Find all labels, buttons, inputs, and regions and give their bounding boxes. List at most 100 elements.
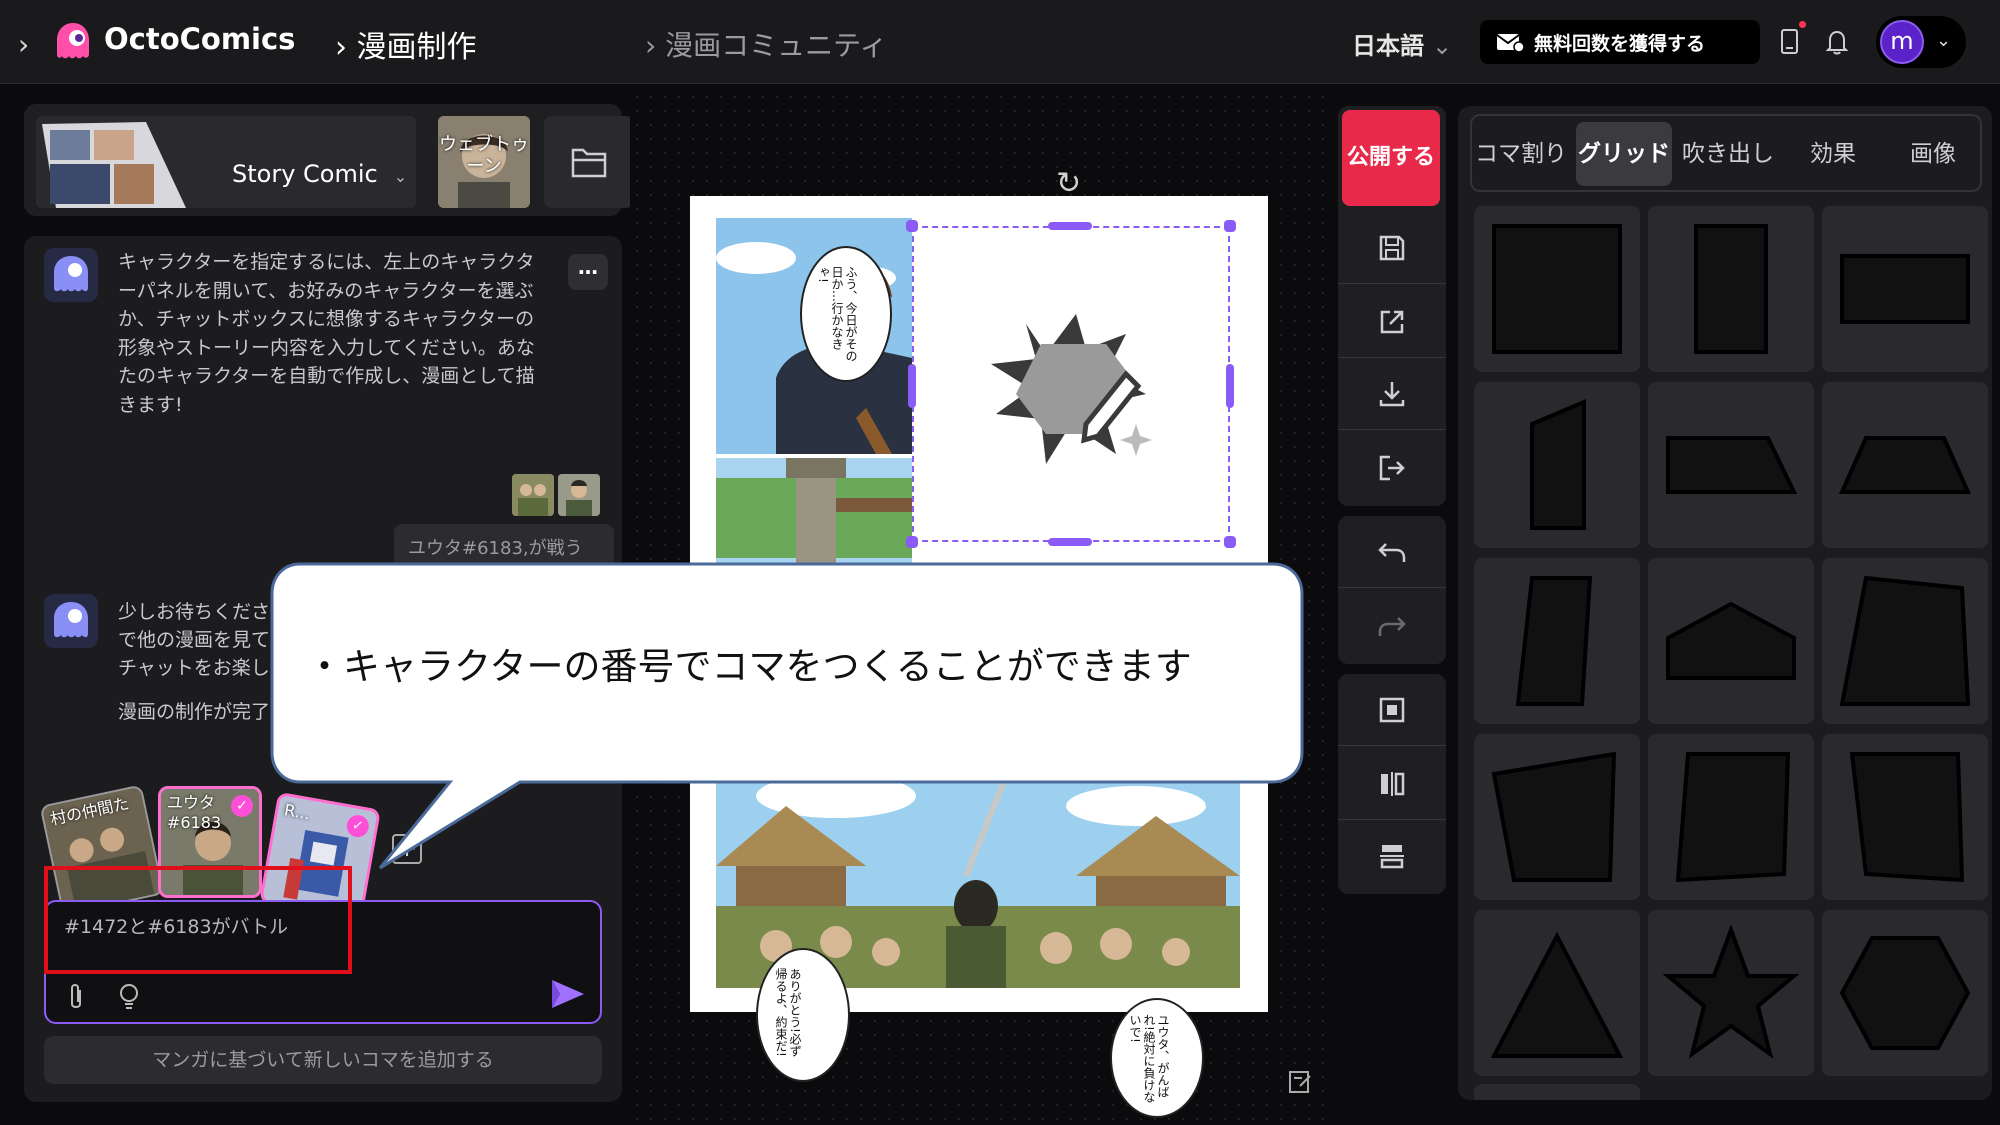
tab-panel-layout[interactable]: コマ割り [1472, 122, 1570, 186]
expand-sidebar-icon[interactable]: › [18, 28, 29, 61]
style-name-label: Story Comic [232, 160, 378, 188]
shape-square[interactable] [1474, 206, 1640, 372]
resize-handle[interactable] [1048, 222, 1092, 230]
speech-bubble[interactable]: ありがとう!必ず帰るよ、約束だ! [756, 948, 850, 1082]
split-horizontal-icon [1380, 845, 1404, 869]
share-button[interactable] [1338, 286, 1446, 358]
trapezoid-right-shape-icon [1666, 436, 1798, 494]
tab-effects[interactable]: 効果 [1786, 122, 1880, 186]
shape-wide-rectangle[interactable] [1822, 206, 1988, 372]
resize-handle[interactable] [906, 220, 918, 232]
save-button[interactable] [1338, 212, 1446, 284]
account-menu[interactable]: m ⌄ [1876, 16, 1966, 68]
panel-library: コマ割り グリッド 吹き出し 効果 画像 [1458, 106, 1992, 1100]
chevron-down-icon: ⌄ [1936, 30, 1952, 51]
speech-bubble-text: ありがとう!必ず帰るよ、約束だ! [774, 968, 802, 1057]
highlight-box [44, 866, 352, 974]
shape-next-row[interactable] [1474, 1084, 1640, 1100]
tab-speech-bubble[interactable]: 吹き出し [1676, 122, 1780, 186]
bell-icon[interactable] [1822, 26, 1852, 58]
notification-dot [1799, 21, 1806, 28]
undo-icon [1378, 542, 1406, 562]
redo-icon [1378, 617, 1406, 636]
undo-button[interactable] [1338, 516, 1446, 588]
download-button[interactable] [1338, 358, 1446, 430]
speech-bubble[interactable]: ユウタ、がんばれ!絶対に負けないで! [1110, 998, 1204, 1118]
chevron-down-icon: ⌄ [393, 167, 408, 186]
mobile-device-icon[interactable] [1774, 26, 1804, 58]
resize-handle[interactable] [1048, 538, 1092, 546]
resize-handle[interactable] [908, 364, 916, 408]
lightbulb-icon[interactable] [116, 982, 142, 1012]
character-thumbnail-image [558, 474, 600, 516]
skewed-quad-3-shape-icon [1675, 752, 1791, 883]
character-thumbnail[interactable] [558, 474, 600, 516]
share-icon [1380, 310, 1404, 333]
octopus-logo-icon[interactable] [52, 20, 94, 62]
resize-handle[interactable] [906, 536, 918, 548]
edit-note-icon[interactable] [1286, 1068, 1314, 1096]
split-horizontal-button[interactable] [1338, 820, 1446, 892]
chevron-down-icon: ⌄ [1432, 32, 1453, 60]
shape-slanted-tall[interactable] [1474, 558, 1640, 724]
pentagon-house-shape-icon [1666, 601, 1796, 680]
webtoon-format-button[interactable]: ウェブトゥーン [438, 116, 530, 208]
panel-library-tabs: コマ割り グリッド 吹き出し 効果 画像 [1470, 114, 1982, 192]
nav-manga-creation[interactable]: › 漫画制作 [335, 22, 477, 66]
brand-name[interactable]: OctoComics [104, 22, 295, 56]
exit-icon [1379, 455, 1405, 481]
redo-button[interactable] [1338, 590, 1446, 662]
shape-slanted-parallelogram[interactable] [1474, 382, 1640, 548]
nav-manga-community-label: 漫画コミュニティ [665, 29, 888, 62]
language-select[interactable]: 日本語 ⌄ [1352, 26, 1452, 61]
fit-frame-icon [1379, 697, 1405, 722]
shape-trapezoid[interactable] [1822, 382, 1988, 548]
skewed-quad-4-shape-icon [1849, 752, 1965, 883]
shape-skewed-quad-4[interactable] [1822, 734, 1988, 900]
get-free-credits-label: 無料回数を獲得する [1534, 32, 1706, 55]
shape-tall-rectangle[interactable] [1648, 206, 1814, 372]
style-selector-bar: Story Comic ⌄ ウェブトゥーン [24, 104, 634, 216]
more-options-button[interactable]: … [568, 254, 608, 290]
speech-bubble-text: ふう、今日がその日か…行かなきゃ! [816, 266, 858, 362]
character-thumbnail[interactable] [512, 474, 554, 516]
bot-message-line: 漫画の制作が完了 [118, 701, 271, 723]
resize-handle[interactable] [1224, 220, 1236, 232]
publish-button[interactable]: 公開する [1342, 110, 1440, 206]
resize-handle[interactable] [1224, 536, 1236, 548]
selected-panel[interactable] [912, 226, 1230, 542]
shape-star[interactable] [1648, 910, 1814, 1076]
tab-image[interactable]: 画像 [1886, 122, 1980, 186]
fit-panel-button[interactable] [1338, 674, 1446, 746]
tab-grid[interactable]: グリッド [1576, 122, 1672, 186]
split-vertical-button[interactable] [1338, 748, 1446, 820]
shape-pentagon-house[interactable] [1648, 558, 1814, 724]
avatar: m [1880, 20, 1924, 64]
star-shape-icon [1662, 924, 1800, 1059]
folder-icon [571, 148, 607, 178]
paperclip-icon[interactable] [64, 982, 88, 1012]
get-free-credits-button[interactable]: 無料回数を獲得する [1480, 20, 1760, 64]
selected-check-icon: ✓ [231, 795, 253, 817]
shape-trapezoid-right[interactable] [1648, 382, 1814, 548]
resize-handle[interactable] [1226, 364, 1234, 408]
webtoon-label: ウェブトゥーン [439, 134, 529, 177]
add-panel-button[interactable]: マンガに基づいて新しいコマを追加する [44, 1036, 602, 1084]
speech-bubble-text: ユウタ、がんばれ!絶対に負けないで! [1128, 1014, 1170, 1103]
send-icon[interactable] [548, 976, 588, 1012]
shape-skewed-quad-2[interactable] [1474, 734, 1640, 900]
shape-skewed-quad-3[interactable] [1648, 734, 1814, 900]
save-icon [1379, 235, 1405, 260]
shape-hexagon[interactable] [1822, 910, 1988, 1076]
folder-button[interactable] [544, 116, 634, 208]
tooltip-callout [270, 562, 1304, 870]
nav-manga-community[interactable]: › 漫画コミュニティ [645, 24, 887, 64]
shape-triangle[interactable] [1474, 910, 1640, 1076]
hexagon-shape-icon [1839, 936, 1971, 1050]
shape-skewed-quad[interactable] [1822, 558, 1988, 724]
character-thumbnail-image [512, 474, 554, 516]
speech-bubble[interactable]: ふう、今日がその日か…行かなきゃ! [800, 246, 892, 382]
bot-message-line: で他の漫画を見て [118, 629, 271, 651]
style-select[interactable]: Story Comic ⌄ [36, 116, 416, 208]
export-button[interactable] [1338, 432, 1446, 504]
